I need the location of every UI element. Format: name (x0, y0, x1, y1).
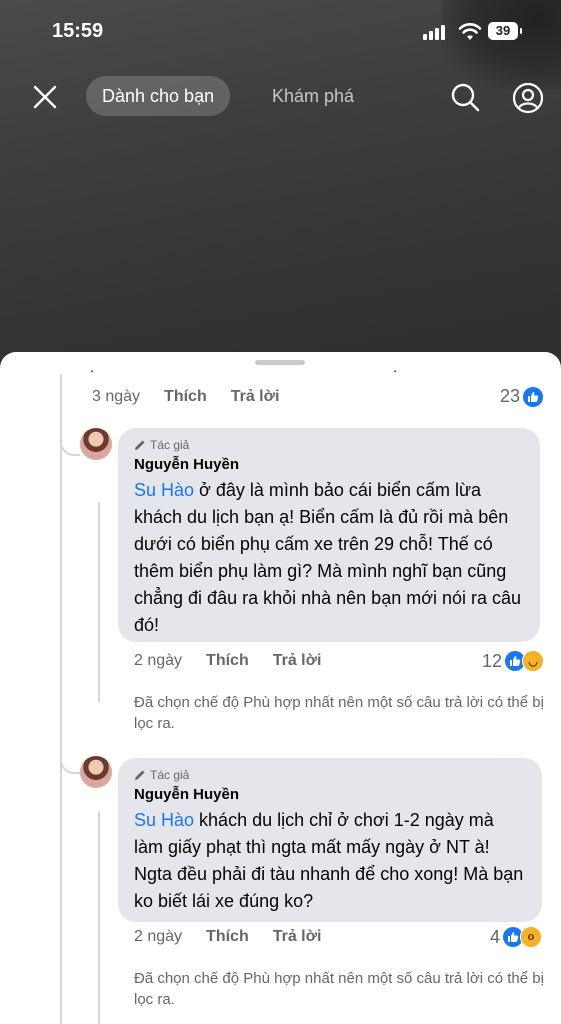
mention-link[interactable]: Su Hào (134, 480, 194, 500)
status-bar: 15:59 39 (0, 0, 561, 64)
wow-icon: o (520, 926, 543, 948)
haha-icon: ◡ (522, 650, 545, 672)
thread-line (60, 374, 62, 1024)
reaction-count[interactable]: 4 o (490, 926, 543, 948)
thread-line (98, 502, 100, 702)
author-tag-label: Tác giả (150, 768, 190, 782)
comment-bubble: Tác giả Nguyễn Huyền Su Hào ở đây là mìn… (118, 428, 540, 642)
search-icon[interactable] (450, 82, 480, 112)
comment-bubble: Tác giả Nguyễn Huyền Su Hào khách du lịc… (118, 758, 542, 922)
reaction-number: 23 (500, 386, 521, 406)
signal-icon (423, 25, 445, 40)
profile-icon[interactable] (512, 82, 544, 114)
tab-explore[interactable]: Khám phá (272, 76, 354, 116)
reaction-count[interactable]: 12 ◡ (482, 650, 545, 672)
reply-button[interactable]: Trả lời (273, 928, 322, 946)
author-tag-label: Tác giả (150, 438, 190, 452)
filter-notice: Đã chọn chế độ Phù hợp nhất nên một số c… (134, 970, 544, 1008)
comment-text: Su Hào khách du lịch chỉ ở chơi 1-2 ngày… (134, 807, 526, 915)
author-badge: Tác giả (134, 768, 526, 782)
comment-text: Su Hào ở đây là mình bảo cái biển cấm lừ… (134, 477, 524, 639)
author-badge: Tác giả (134, 438, 524, 452)
comments-sheet: ⸱ ⸱ 3 ngày Thích Trả lời 23 Tác giả Nguy… (0, 352, 561, 1024)
comment-time: 2 ngày (134, 928, 183, 945)
thread-branch (60, 404, 80, 456)
pencil-icon (135, 440, 145, 450)
reply-actions: 2 ngày Thích Trả lời (134, 928, 345, 946)
like-button[interactable]: Thích (164, 388, 207, 406)
author-name[interactable]: Nguyễn Huyền (134, 786, 526, 803)
reply-button[interactable]: Trả lời (273, 652, 322, 670)
parent-comment-actions: 3 ngày Thích Trả lời (92, 388, 303, 406)
thread-line (98, 812, 100, 1024)
comment-time: 2 ngày (134, 652, 183, 669)
reaction-number: 4 (490, 926, 501, 947)
comment-body: ở đây là mình bảo cái biển cấm lừa khách… (134, 480, 522, 635)
close-icon[interactable] (32, 84, 58, 110)
reaction-number: 12 (482, 650, 503, 671)
thread-branch (60, 722, 80, 774)
comment-time: 3 ngày (92, 388, 141, 405)
status-time: 15:59 (52, 20, 104, 42)
mention-link[interactable]: Su Hào (134, 810, 194, 830)
reaction-count[interactable]: 23 (500, 386, 544, 407)
top-navigation: Dành cho bạn Khám phá (0, 72, 561, 120)
like-icon (523, 386, 544, 407)
like-button[interactable]: Thích (206, 652, 249, 670)
author-name[interactable]: Nguyễn Huyền (134, 456, 524, 473)
wifi-icon (458, 23, 482, 40)
like-button[interactable]: Thích (206, 928, 249, 946)
pencil-icon (135, 770, 145, 780)
avatar[interactable] (80, 756, 112, 788)
truncated-text: ⸱ ⸱ (90, 363, 398, 379)
filter-notice: Đã chọn chế độ Phù hợp nhất nên một số c… (134, 694, 544, 732)
battery-indicator: 39 (488, 22, 522, 40)
reply-actions: 2 ngày Thích Trả lời (134, 652, 345, 670)
reply-button[interactable]: Trả lời (231, 388, 280, 406)
tab-for-you[interactable]: Dành cho bạn (86, 76, 231, 116)
avatar[interactable] (80, 428, 112, 460)
